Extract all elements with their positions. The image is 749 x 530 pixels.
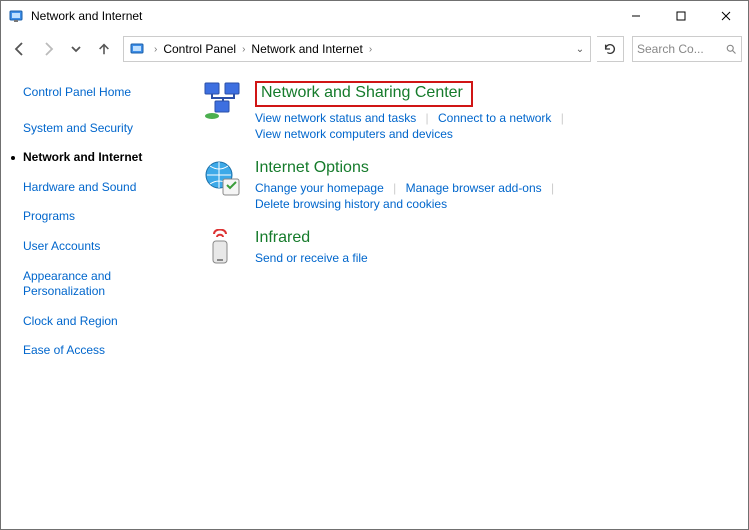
search-placeholder: Search Co... bbox=[637, 42, 725, 56]
infrared-icon bbox=[203, 229, 243, 269]
back-button[interactable] bbox=[7, 36, 33, 62]
sidebar-item-user-accounts[interactable]: User Accounts bbox=[23, 239, 193, 255]
link-connect-network[interactable]: Connect to a network bbox=[438, 111, 551, 125]
minimize-button[interactable] bbox=[613, 1, 658, 31]
sidebar-item-ease-of-access[interactable]: Ease of Access bbox=[23, 343, 193, 359]
sidebar-item-system-security[interactable]: System and Security bbox=[23, 121, 193, 137]
internet-options-icon bbox=[203, 159, 243, 199]
sidebar: Control Panel Home System and Security N… bbox=[1, 67, 203, 529]
sidebar-item-programs[interactable]: Programs bbox=[23, 209, 193, 225]
crumb-sep-icon: › bbox=[365, 44, 376, 55]
window-title: Network and Internet bbox=[31, 9, 613, 23]
link-send-receive-file[interactable]: Send or receive a file bbox=[255, 251, 368, 265]
crumb-sep-icon: › bbox=[150, 44, 161, 55]
link-view-computers[interactable]: View network computers and devices bbox=[255, 127, 453, 141]
maximize-button[interactable] bbox=[658, 1, 703, 31]
category-title-internet[interactable]: Internet Options bbox=[255, 159, 369, 177]
link-change-homepage[interactable]: Change your homepage bbox=[255, 181, 384, 195]
category-title-network[interactable]: Network and Sharing Center bbox=[255, 81, 473, 107]
close-button[interactable] bbox=[703, 1, 748, 31]
link-view-status[interactable]: View network status and tasks bbox=[255, 111, 416, 125]
address-bar[interactable]: › Control Panel › Network and Internet ›… bbox=[123, 36, 591, 62]
window-icon bbox=[9, 8, 25, 24]
link-manage-addons[interactable]: Manage browser add-ons bbox=[406, 181, 542, 195]
address-icon bbox=[130, 41, 146, 57]
address-dropdown-button[interactable]: ⌄ bbox=[572, 44, 588, 55]
sidebar-item-hardware-sound[interactable]: Hardware and Sound bbox=[23, 180, 193, 196]
search-input[interactable]: Search Co... bbox=[632, 36, 742, 62]
category-internet-options: Internet Options Change your homepage | … bbox=[203, 159, 738, 211]
recent-locations-button[interactable] bbox=[63, 36, 89, 62]
sidebar-item-clock-region[interactable]: Clock and Region bbox=[23, 314, 193, 330]
sidebar-item-appearance[interactable]: Appearance and Personalization bbox=[23, 269, 163, 300]
main-panel: Network and Sharing Center View network … bbox=[203, 67, 748, 529]
forward-button[interactable] bbox=[35, 36, 61, 62]
category-title-infrared[interactable]: Infrared bbox=[255, 229, 310, 247]
crumb-sep-icon: › bbox=[238, 44, 249, 55]
category-infrared: Infrared Send or receive a file bbox=[203, 229, 738, 269]
category-network-sharing: Network and Sharing Center View network … bbox=[203, 81, 738, 141]
window: Network and Internet › Control Panel › N… bbox=[0, 0, 749, 530]
sidebar-home[interactable]: Control Panel Home bbox=[23, 85, 193, 101]
link-delete-history[interactable]: Delete browsing history and cookies bbox=[255, 197, 447, 211]
refresh-button[interactable] bbox=[597, 36, 624, 62]
search-icon bbox=[725, 43, 737, 55]
network-sharing-icon bbox=[203, 81, 243, 121]
titlebar: Network and Internet bbox=[1, 1, 748, 31]
breadcrumb-root[interactable]: Control Panel bbox=[161, 42, 238, 56]
sidebar-item-network-internet[interactable]: Network and Internet bbox=[23, 150, 193, 166]
navbar: › Control Panel › Network and Internet ›… bbox=[1, 31, 748, 67]
breadcrumb-current[interactable]: Network and Internet bbox=[249, 42, 364, 56]
up-button[interactable] bbox=[91, 36, 117, 62]
